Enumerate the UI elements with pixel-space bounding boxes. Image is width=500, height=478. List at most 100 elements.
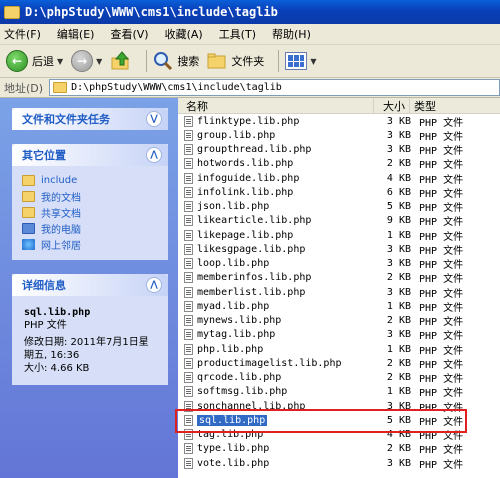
chevron-down-icon[interactable]: ▼ [310, 57, 316, 66]
file-row[interactable]: memberinfos.lib.php 2 KB PHP 文件 [178, 271, 500, 285]
file-row[interactable]: productimagelist.lib.php 2 KB PHP 文件 [178, 356, 500, 371]
file-row[interactable]: type.lib.php 2 KB PHP 文件 [178, 442, 500, 456]
file-type: PHP 文件 [419, 217, 464, 229]
file-size: 3 KB [386, 400, 411, 412]
file-name: memberinfos.lib.php [197, 272, 312, 284]
forward-button[interactable]: → ▼ [71, 48, 102, 74]
column-type[interactable]: 类型 [410, 98, 436, 113]
file-row[interactable]: sonchannel.lib.php 3 KB PHP 文件 [178, 399, 500, 414]
file-row[interactable]: qrcode.lib.php 2 KB PHP 文件 [178, 371, 500, 385]
file-type: PHP 文件 [419, 359, 464, 371]
menu-tools[interactable]: 工具(T) [219, 26, 256, 42]
php-file-icon [184, 272, 193, 284]
file-name: php.lib.php [197, 343, 264, 355]
file-size: 1 KB [386, 343, 411, 355]
file-type: PHP 文件 [419, 288, 464, 300]
file-row[interactable]: sql.lib.php 5 KB PHP 文件 [178, 413, 500, 428]
file-size: 5 KB [386, 201, 411, 213]
file-row[interactable]: vote.lib.php 3 KB PHP 文件 [178, 456, 500, 471]
search-label: 搜索 [177, 55, 200, 68]
place-network[interactable]: 网上邻居 [22, 236, 158, 252]
other-places-title: 其它位置 [22, 149, 66, 162]
expand-chevron-icon[interactable]: ⋁ [146, 111, 162, 127]
back-label: 后退 [32, 55, 54, 68]
menu-favorites[interactable]: 收藏(A) [165, 26, 203, 42]
other-places-header[interactable]: 其它位置 ⋀ [12, 144, 168, 166]
file-size: 3 KB [386, 258, 411, 270]
file-row[interactable]: php.lib.php 1 KB PHP 文件 [178, 342, 500, 357]
file-row[interactable]: softmsg.lib.php 1 KB PHP 文件 [178, 385, 500, 399]
file-row[interactable]: likesgpage.lib.php 3 KB PHP 文件 [178, 242, 500, 257]
file-row[interactable]: mytag.lib.php 3 KB PHP 文件 [178, 328, 500, 342]
file-type: PHP 文件 [419, 459, 464, 471]
file-size: 4 KB [386, 429, 411, 441]
file-type: PHP 文件 [419, 374, 464, 386]
place-my-documents[interactable]: 我的文档 [22, 188, 158, 204]
back-button[interactable]: ← 后退 ▼ [6, 48, 63, 74]
file-size: 4 KB [386, 172, 411, 184]
php-file-icon [184, 443, 193, 455]
menu-view[interactable]: 查看(V) [110, 26, 148, 42]
file-name: vote.lib.php [197, 457, 270, 469]
address-field[interactable]: D:\phpStudy\WWW\cms1\include\taglib [49, 79, 500, 96]
place-my-computer[interactable]: 我的电脑 [22, 220, 158, 236]
other-places-list: include 我的文档 共享文档 我的电脑 网上邻居 [12, 166, 168, 260]
collapse-chevron-icon[interactable]: ⋀ [146, 277, 162, 293]
file-row[interactable]: myad.lib.php 1 KB PHP 文件 [178, 299, 500, 314]
file-size: 3 KB [386, 115, 411, 127]
toolbar-divider [278, 50, 280, 72]
file-type: PHP 文件 [419, 160, 464, 172]
file-name: hotwords.lib.php [197, 158, 294, 170]
menu-file[interactable]: 文件(F) [4, 26, 41, 42]
file-name: json.lib.php [197, 201, 270, 213]
menu-help[interactable]: 帮助(H) [272, 26, 311, 42]
file-size: 3 KB [386, 129, 411, 141]
file-row[interactable]: memberlist.lib.php 3 KB PHP 文件 [178, 285, 500, 300]
file-row[interactable]: json.lib.php 5 KB PHP 文件 [178, 200, 500, 214]
php-file-icon [184, 115, 193, 127]
address-label: 地址(D) [4, 81, 44, 95]
file-row[interactable]: likepage.lib.php 1 KB PHP 文件 [178, 228, 500, 243]
chevron-down-icon[interactable]: ▼ [57, 57, 63, 66]
column-size[interactable]: 大小 [374, 98, 410, 113]
file-row[interactable]: hotwords.lib.php 2 KB PHP 文件 [178, 157, 500, 171]
php-file-icon [184, 429, 193, 441]
file-size: 3 KB [386, 286, 411, 298]
file-row[interactable]: flinktype.lib.php 3 KB PHP 文件 [178, 114, 500, 129]
menu-edit[interactable]: 编辑(E) [57, 26, 95, 42]
place-shared-documents[interactable]: 共享文档 [22, 204, 158, 220]
file-row[interactable]: infoguide.lib.php 4 KB PHP 文件 [178, 171, 500, 186]
folders-button[interactable]: 文件夹 [207, 48, 264, 74]
file-type: PHP 文件 [419, 188, 464, 200]
place-include[interactable]: include [22, 172, 158, 188]
file-size: 6 KB [386, 186, 411, 198]
detail-size: 大小: 4.66 KB [24, 363, 90, 374]
views-button[interactable]: ▼ [285, 48, 316, 74]
tasks-panel-header[interactable]: 文件和文件夹任务 ⋁ [12, 108, 168, 130]
file-row[interactable]: tag.lib.php 4 KB PHP 文件 [178, 428, 500, 442]
file-row[interactable]: groupthread.lib.php 3 KB PHP 文件 [178, 143, 500, 157]
file-row[interactable]: mynews.lib.php 2 KB PHP 文件 [178, 314, 500, 328]
php-file-icon [184, 201, 193, 213]
collapse-chevron-icon[interactable]: ⋀ [146, 147, 162, 163]
file-row[interactable]: loop.lib.php 3 KB PHP 文件 [178, 257, 500, 271]
search-button[interactable]: 搜索 [153, 48, 199, 74]
file-row[interactable]: infolink.lib.php 6 KB PHP 文件 [178, 185, 500, 200]
file-name: memberlist.lib.php [197, 286, 306, 298]
folders-icon [207, 53, 226, 69]
column-name[interactable]: 名称 [178, 98, 374, 113]
network-icon [22, 238, 35, 250]
up-button[interactable] [110, 48, 132, 74]
file-row[interactable]: likearticle.lib.php 9 KB PHP 文件 [178, 214, 500, 228]
chevron-down-icon[interactable]: ▼ [96, 57, 102, 66]
file-type: PHP 文件 [419, 260, 464, 272]
file-type: PHP 文件 [419, 131, 464, 143]
file-row[interactable]: group.lib.php 3 KB PHP 文件 [178, 128, 500, 143]
details-header[interactable]: 详细信息 ⋀ [12, 274, 168, 296]
tasks-panel-title: 文件和文件夹任务 [22, 113, 110, 126]
file-type: PHP 文件 [419, 416, 464, 428]
php-file-icon [184, 258, 193, 270]
file-name: mynews.lib.php [197, 315, 282, 327]
php-file-icon [184, 357, 193, 369]
file-name: type.lib.php [197, 443, 270, 455]
